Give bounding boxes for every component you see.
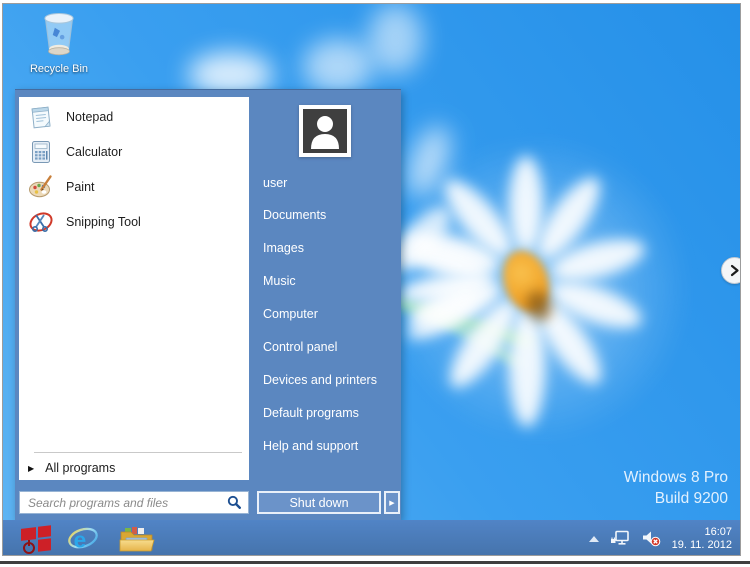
program-item-calculator[interactable]: Calculator [19, 134, 249, 169]
clock-date: 19. 11. 2012 [672, 539, 732, 552]
search-icon [227, 495, 242, 510]
system-tray: 16:07 19. 11. 2012 [589, 520, 740, 556]
start-menu-search-box [19, 491, 249, 514]
all-programs-item[interactable]: ▶ All programs [19, 456, 249, 480]
shutdown-button[interactable]: Shut down [257, 491, 381, 514]
watermark-line1: Windows 8 Pro [624, 467, 728, 488]
program-item-label: Notepad [66, 110, 113, 124]
screen: Recycle Bin Windows 8 Pro Build 9200 [2, 3, 741, 556]
snipping-tool-icon [27, 208, 54, 235]
calculator-icon [27, 138, 54, 165]
network-icon[interactable] [610, 530, 631, 547]
volume-muted-icon[interactable] [642, 530, 661, 547]
file-explorer-icon [119, 525, 155, 553]
watermark-line2: Build 9200 [624, 488, 728, 509]
taskbar-item-internet-explorer[interactable]: e [67, 520, 99, 556]
program-item-label: Snipping Tool [66, 215, 141, 229]
user-silhouette-icon [303, 109, 347, 153]
taskbar-item-file-explorer[interactable] [119, 520, 155, 556]
paint-icon [27, 173, 54, 200]
place-item-documents[interactable]: Documents [263, 208, 326, 222]
start-menu-programs-panel: Notepad Calculator [19, 97, 249, 480]
internet-explorer-icon: e [67, 524, 99, 554]
user-name-link[interactable]: user [263, 176, 287, 190]
clock-time: 16:07 [672, 526, 732, 539]
place-item-music[interactable]: Music [263, 274, 296, 288]
shutdown-options-button[interactable]: ▶ [384, 491, 400, 514]
place-item-images[interactable]: Images [263, 241, 304, 255]
place-item-computer[interactable]: Computer [263, 307, 318, 321]
program-item-snipping-tool[interactable]: Snipping Tool [19, 204, 249, 239]
start-menu: Notepad Calculator [15, 89, 401, 520]
place-item-default-programs[interactable]: Default programs [263, 406, 359, 420]
program-item-label: Calculator [66, 145, 122, 159]
frame-bottom-line [0, 561, 750, 564]
search-input[interactable] [20, 492, 227, 513]
taskbar: e [3, 520, 740, 556]
triangle-right-icon: ▶ [28, 464, 34, 473]
program-item-label: Paint [66, 180, 95, 194]
notepad-icon [27, 103, 54, 130]
svg-text:e: e [74, 527, 87, 552]
menu-separator [34, 452, 242, 453]
recycle-bin-label: Recycle Bin [17, 63, 101, 75]
chevron-up-icon[interactable] [589, 536, 599, 542]
recycle-bin[interactable]: Recycle Bin [17, 11, 101, 75]
place-item-devices-and-printers[interactable]: Devices and printers [263, 373, 377, 387]
start-menu-places-panel: user Documents Images Music Computer Con… [249, 90, 401, 521]
power-icon [23, 542, 35, 554]
chevron-right-icon [727, 263, 741, 278]
windows-start-icon [21, 525, 53, 553]
start-button[interactable] [21, 520, 67, 556]
edge-chevron-button[interactable] [721, 257, 741, 284]
triangle-right-icon: ▶ [389, 499, 394, 507]
user-avatar[interactable] [299, 105, 351, 157]
place-item-control-panel[interactable]: Control panel [263, 340, 337, 354]
build-watermark: Windows 8 Pro Build 9200 [624, 467, 728, 509]
taskbar-clock[interactable]: 16:07 19. 11. 2012 [672, 526, 732, 552]
recycle-bin-icon [38, 44, 80, 61]
all-programs-label: All programs [45, 461, 115, 475]
program-item-notepad[interactable]: Notepad [19, 99, 249, 134]
place-item-help-and-support[interactable]: Help and support [263, 439, 358, 453]
program-item-paint[interactable]: Paint [19, 169, 249, 204]
